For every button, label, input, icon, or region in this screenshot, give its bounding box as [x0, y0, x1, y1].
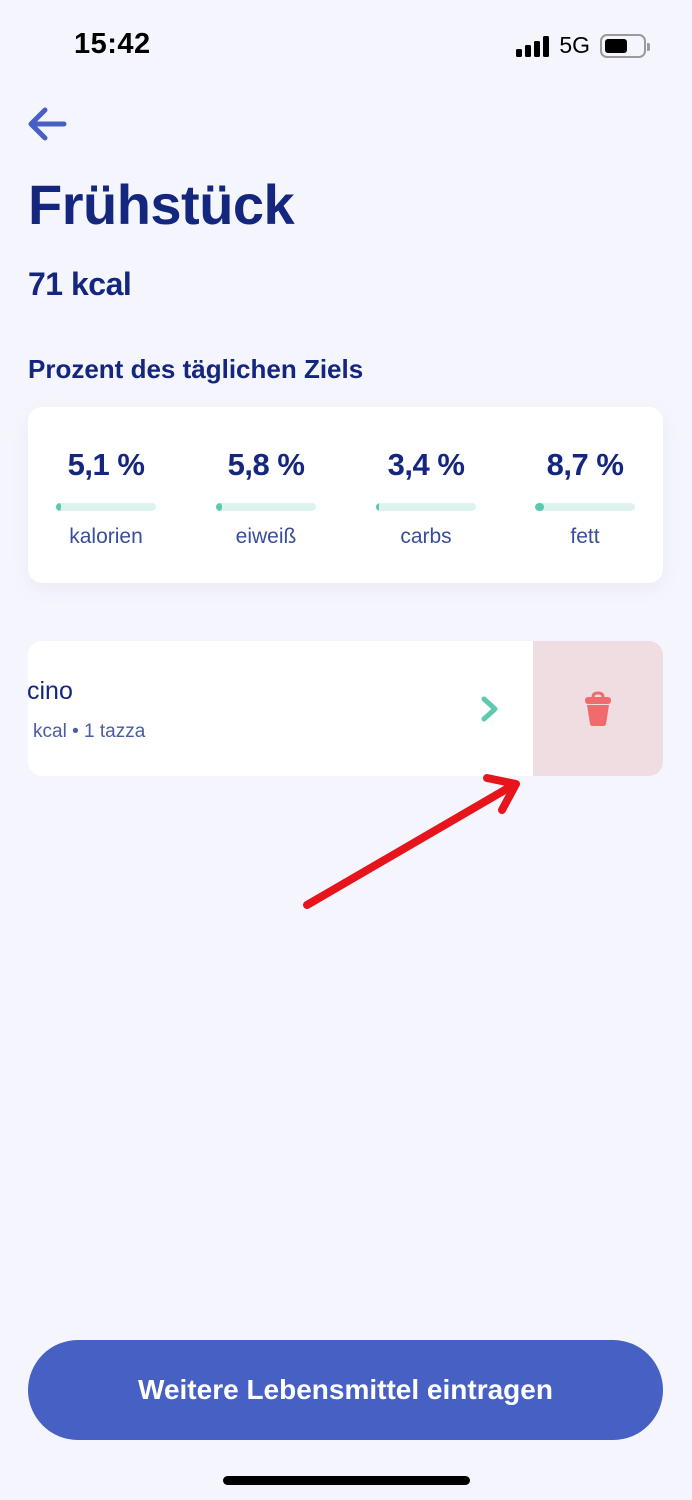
annotation-arrow	[303, 774, 520, 909]
status-indicators: 5G	[516, 32, 650, 59]
home-indicator	[223, 1476, 470, 1485]
goal-stat-label: kalorien	[69, 525, 143, 548]
meal-kcal: 71 kcal	[28, 266, 132, 302]
delete-button[interactable]	[533, 641, 663, 776]
page-title: Frühstück	[28, 173, 295, 236]
goal-stat-value: 5,1 %	[67, 447, 145, 482]
food-item-content: cino kcal • 1 tazza	[28, 641, 533, 776]
food-item-name-text: cino	[28, 677, 73, 705]
food-item-open[interactable]: cino kcal • 1 tazza	[28, 641, 533, 776]
goal-stat-protein: 5,8 % eiweiß	[216, 407, 316, 583]
status-time: 15:42	[74, 28, 151, 60]
goal-progress-bar	[216, 503, 316, 511]
food-list-item: cino kcal • 1 tazza	[28, 641, 663, 776]
signal-icon	[516, 35, 550, 57]
food-item-detail: kcal • 1 tazza	[33, 721, 146, 742]
network-label: 5G	[559, 32, 590, 58]
goal-stat-calories: 5,1 % kalorien	[56, 407, 156, 583]
battery-icon	[600, 33, 650, 58]
goal-stat-label: carbs	[400, 525, 452, 548]
back-arrow-icon[interactable]	[26, 104, 68, 144]
goal-stat-label: fett	[570, 525, 600, 548]
add-food-button[interactable]: Weitere Lebensmittel eintragen	[28, 1340, 663, 1440]
goal-progress-bar	[376, 503, 476, 511]
goal-stat-fat: 8,7 % fett	[535, 407, 635, 583]
food-item-name: cino	[28, 677, 74, 706]
goal-stat-value: 3,4 %	[387, 447, 465, 482]
goal-progress-bar	[56, 503, 156, 511]
daily-goal-card: 5,1 % kalorien 5,8 % eiweiß 3,4 % carbs …	[28, 407, 663, 583]
goal-progress-bar	[535, 503, 635, 511]
goal-stat-carbs: 3,4 % carbs	[376, 407, 476, 583]
chevron-right-icon	[478, 695, 502, 723]
status-bar: 15:42 5G	[0, 0, 692, 90]
goal-stat-value: 8,7 %	[546, 447, 624, 482]
daily-goal-section-title: Prozent des täglichen Ziels	[28, 354, 364, 384]
goal-stat-value: 5,8 %	[227, 447, 305, 482]
trash-icon	[585, 690, 611, 726]
goal-stat-label: eiweiß	[235, 525, 297, 548]
